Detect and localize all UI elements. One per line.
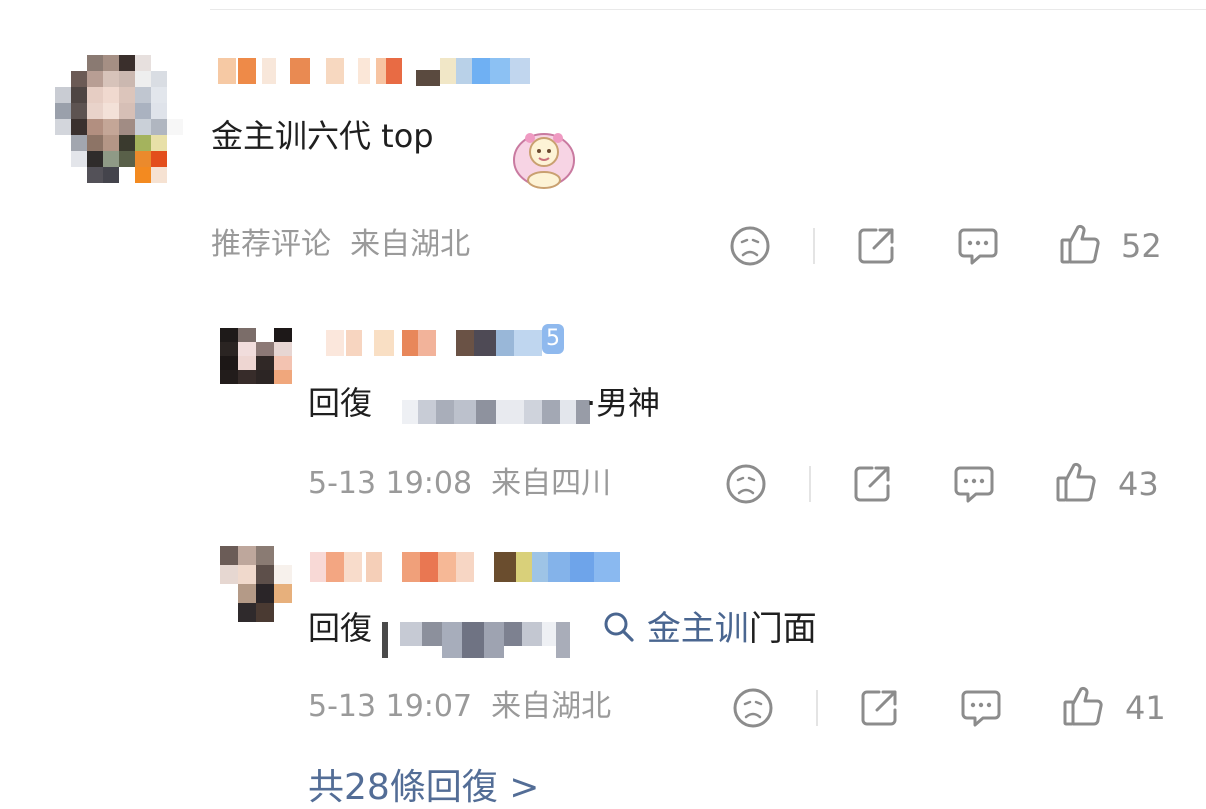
- comment-icon[interactable]: [956, 224, 1000, 268]
- dislike-face-icon[interactable]: [728, 224, 772, 268]
- divider: [813, 228, 815, 264]
- like-thumb-icon[interactable]: [1058, 222, 1102, 266]
- divider: [816, 690, 818, 726]
- top-divider: [210, 9, 1206, 10]
- mentioned-username[interactable]: [382, 622, 586, 658]
- avatar[interactable]: [220, 328, 292, 384]
- dislike-face-icon[interactable]: [731, 686, 775, 730]
- view-more-replies-link[interactable]: 共28條回復 >: [308, 770, 539, 806]
- like-count: 52: [1121, 227, 1162, 265]
- sticker-image: [506, 124, 582, 192]
- dislike-face-icon[interactable]: [724, 462, 768, 506]
- like-thumb-icon[interactable]: [1054, 460, 1098, 504]
- avatar[interactable]: [220, 546, 292, 622]
- topic-search-link[interactable]: 金主训门面: [602, 610, 817, 646]
- divider: [809, 466, 811, 502]
- mentioned-username[interactable]: [402, 400, 590, 424]
- username[interactable]: [218, 58, 530, 86]
- share-icon[interactable]: [854, 224, 898, 268]
- comment-icon[interactable]: [952, 462, 996, 506]
- reply-meta: 5-13 19:07 来自湖北: [308, 689, 612, 724]
- reply-text: 门面: [748, 609, 817, 649]
- topic-search-text: 金主训: [646, 609, 749, 649]
- comment-meta: 推荐评论 来自湖北: [211, 227, 471, 262]
- comment-text: 金主训六代 top: [211, 117, 434, 155]
- like-count: 43: [1118, 465, 1159, 503]
- avatar[interactable]: [55, 55, 183, 183]
- share-icon[interactable]: [857, 686, 901, 730]
- username[interactable]: [310, 552, 622, 582]
- reply-meta: 5-13 19:08 来自四川: [308, 466, 612, 501]
- reply-prefix: 回復: [308, 384, 373, 422]
- comment-icon[interactable]: [959, 686, 1003, 730]
- username[interactable]: [312, 330, 542, 356]
- user-level-badge: 5: [542, 324, 564, 354]
- search-icon: [602, 609, 647, 649]
- like-thumb-icon[interactable]: [1061, 684, 1105, 728]
- reply-text: ·男神: [586, 384, 661, 422]
- like-count: 41: [1125, 689, 1166, 727]
- reply-prefix: 回復: [308, 609, 373, 647]
- share-icon[interactable]: [850, 462, 894, 506]
